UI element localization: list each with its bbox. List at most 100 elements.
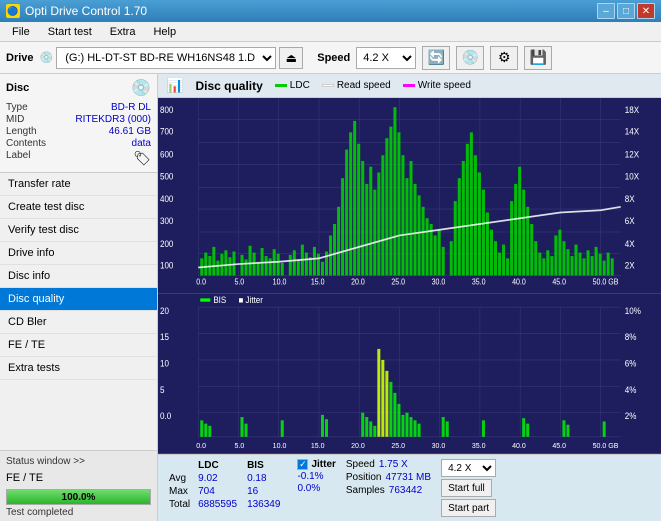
svg-text:20.0: 20.0 [351, 440, 365, 449]
svg-text:25.0: 25.0 [391, 440, 405, 449]
menu-start-test[interactable]: Start test [40, 24, 100, 40]
svg-text:5.0: 5.0 [234, 277, 244, 287]
total-ldc: 6885595 [193, 498, 242, 511]
svg-text:35.0: 35.0 [472, 277, 486, 287]
position-value: 47731 MB [385, 472, 431, 483]
nav-cd-bler-label: CD Bler [8, 316, 47, 328]
svg-text:25.0: 25.0 [391, 277, 405, 287]
sidebar: Disc 💿 Type BD-R DL MID RITEKDR3 (000) L… [0, 74, 158, 521]
svg-text:15.0: 15.0 [311, 277, 325, 287]
speed-label: Speed [317, 52, 350, 64]
nav-transfer-rate-label: Transfer rate [8, 178, 71, 190]
svg-text:12X: 12X [625, 149, 640, 160]
chart-title: Disc quality [195, 79, 262, 93]
nav-fe-te[interactable]: FE / TE [0, 334, 157, 357]
label-edit-icon[interactable]: 🏷 [133, 150, 151, 167]
samples-label: Samples [346, 485, 385, 496]
nav-items: Transfer rate Create test disc Verify te… [0, 173, 157, 450]
test-completed-label: Test completed [6, 507, 151, 518]
toolbar: Drive 💿 (G:) HL-DT-ST BD-RE WH16NS48 1.D… [0, 42, 661, 74]
svg-text:20: 20 [160, 305, 169, 315]
disc-panel-title: Disc [6, 82, 29, 94]
svg-text:800: 800 [160, 104, 174, 115]
svg-text:35.0: 35.0 [472, 440, 486, 449]
disc-button[interactable]: 💿 [456, 46, 484, 70]
nav-drive-info[interactable]: Drive info [0, 242, 157, 265]
legend-write-dot [403, 84, 415, 87]
upper-chart: 800 700 600 500 400 300 200 100 18X 14X … [158, 98, 661, 294]
refresh-button[interactable]: 🔄 [422, 46, 450, 70]
disc-panel: Disc 💿 Type BD-R DL MID RITEKDR3 (000) L… [0, 74, 157, 173]
drive-select[interactable]: (G:) HL-DT-ST BD-RE WH16NS48 1.D3 [56, 47, 276, 69]
nav-verify-test[interactable]: Verify test disc [0, 219, 157, 242]
svg-text:14X: 14X [625, 126, 640, 137]
status-window-button[interactable]: Status window >> [6, 454, 151, 469]
speed-select-stats[interactable]: 4.2 X [441, 459, 496, 477]
svg-text:200: 200 [160, 238, 174, 249]
mid-value: RITEKDR3 (000) [75, 114, 151, 125]
legend-read-label: Read speed [337, 80, 391, 91]
minimize-button[interactable]: – [597, 3, 615, 19]
close-button[interactable]: ✕ [637, 3, 655, 19]
menu-bar: File Start test Extra Help [0, 22, 661, 42]
nav-cd-bler[interactable]: CD Bler [0, 311, 157, 334]
menu-extra[interactable]: Extra [102, 24, 144, 40]
nav-verify-test-label: Verify test disc [8, 224, 79, 236]
nav-disc-info-label: Disc info [8, 270, 50, 282]
save-button[interactable]: 💾 [524, 46, 552, 70]
svg-text:4%: 4% [625, 384, 637, 394]
disc-label-label: Label [6, 150, 30, 167]
start-part-button[interactable]: Start part [441, 499, 496, 517]
nav-disc-quality-label: Disc quality [8, 293, 64, 305]
nav-transfer-rate[interactable]: Transfer rate [0, 173, 157, 196]
nav-disc-quality[interactable]: Disc quality [0, 288, 157, 311]
max-label: Max [166, 485, 193, 498]
speed-select[interactable]: 4.2 X [356, 47, 416, 69]
jitter-checkbox[interactable]: ✓ [297, 459, 308, 470]
upper-chart-svg: 800 700 600 500 400 300 200 100 18X 14X … [158, 98, 661, 293]
legend-ldc-dot [275, 84, 287, 87]
legend-ldc-label: LDC [290, 80, 310, 91]
svg-text:2%: 2% [625, 411, 637, 421]
menu-help[interactable]: Help [145, 24, 184, 40]
avg-ldc: 9.02 [193, 472, 242, 485]
nav-extra-tests[interactable]: Extra tests [0, 357, 157, 380]
total-jitter [297, 495, 335, 506]
svg-text:8X: 8X [625, 194, 635, 205]
lower-chart-svg: BIS ■ Jitter [158, 294, 661, 453]
samples-value: 763442 [389, 485, 422, 496]
svg-text:700: 700 [160, 126, 174, 137]
maximize-button[interactable]: □ [617, 3, 635, 19]
eject-button[interactable]: ⏏ [279, 47, 303, 69]
ldc-col-header: LDC [193, 459, 242, 472]
svg-text:10: 10 [160, 358, 169, 368]
position-label: Position [346, 472, 382, 483]
nav-create-test[interactable]: Create test disc [0, 196, 157, 219]
svg-text:40.0: 40.0 [512, 277, 526, 287]
status-section: Status window >> FE / TE 100.0% Test com… [0, 450, 157, 521]
legend-ldc: LDC [275, 80, 310, 91]
jitter-col-header: Jitter [311, 459, 335, 470]
svg-text:10.0: 10.0 [273, 440, 287, 449]
contents-label: Contents [6, 138, 46, 149]
svg-text:30.0: 30.0 [432, 440, 446, 449]
nav-extra-tests-label: Extra tests [8, 362, 60, 374]
svg-text:40.0: 40.0 [512, 440, 526, 449]
nav-disc-info[interactable]: Disc info [0, 265, 157, 288]
max-jitter: 0.0% [297, 483, 335, 494]
svg-text:BIS: BIS [213, 294, 226, 304]
svg-text:20.0: 20.0 [351, 277, 365, 287]
svg-text:500: 500 [160, 171, 174, 182]
svg-text:6X: 6X [625, 215, 635, 226]
settings-button[interactable]: ⚙ [490, 46, 518, 70]
svg-text:400: 400 [160, 194, 174, 205]
nav-fe-te-label: FE / TE [8, 339, 45, 351]
svg-text:10.0: 10.0 [273, 277, 287, 287]
menu-file[interactable]: File [4, 24, 38, 40]
start-full-button[interactable]: Start full [441, 479, 492, 497]
progress-text: 100.0% [7, 490, 150, 504]
drive-label: Drive [6, 52, 34, 64]
type-value: BD-R DL [111, 102, 151, 113]
mid-label: MID [6, 114, 24, 125]
speed-stat-label: Speed [346, 459, 375, 470]
